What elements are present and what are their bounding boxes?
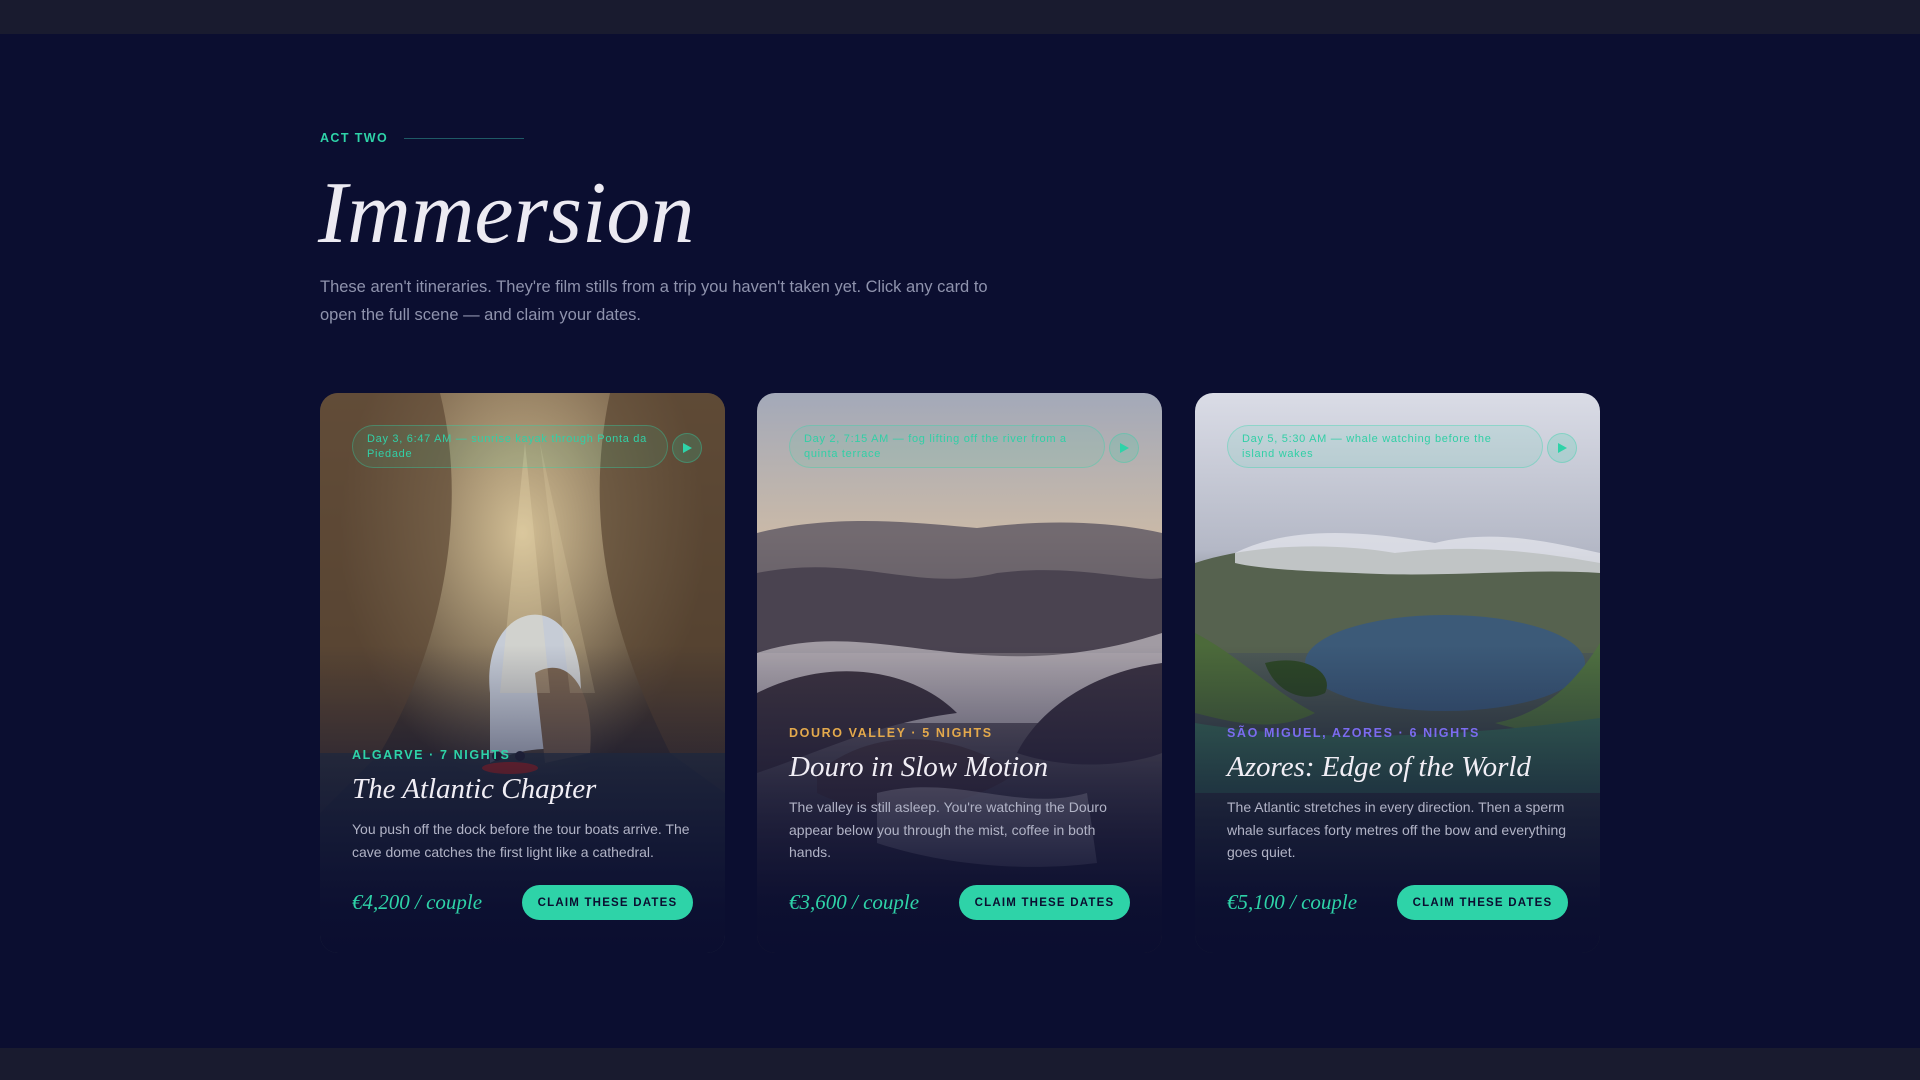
card-description: The Atlantic stretches in every directio… xyxy=(1227,799,1567,860)
claim-dates-button[interactable]: CLAIM THESE DATES xyxy=(522,885,693,920)
play-icon xyxy=(1558,443,1567,453)
play-button[interactable] xyxy=(672,433,702,463)
scene-caption: Day 5, 5:30 AM — whale watching before t… xyxy=(1227,425,1543,468)
card-title: Douro in Slow Motion xyxy=(789,751,1049,783)
play-icon xyxy=(683,443,692,453)
eyebrow-label: ACT TWO xyxy=(320,131,389,145)
claim-dates-button[interactable]: CLAIM THESE DATES xyxy=(959,885,1130,920)
play-icon xyxy=(1120,443,1129,453)
scene-caption: Day 3, 6:47 AM — sunrise kayak through P… xyxy=(352,425,668,468)
card-description: You push off the dock before the tour bo… xyxy=(352,821,690,860)
page-title: Immersion xyxy=(318,165,695,262)
card-gradient-overlay xyxy=(1195,393,1600,953)
card-gradient-overlay xyxy=(757,393,1162,953)
card-price: €3,600 / couple xyxy=(789,890,920,914)
section-intro: These aren't itineraries. They're film s… xyxy=(320,278,988,324)
card-meta: DOURO VALLEY · 5 NIGHTS xyxy=(789,726,993,740)
card-meta: ALGARVE · 7 NIGHTS xyxy=(352,748,511,762)
trip-card-douro[interactable]: Day 2, 7:15 AM — fog lifting off the riv… xyxy=(757,393,1162,953)
card-title: The Atlantic Chapter xyxy=(352,773,597,805)
play-button[interactable] xyxy=(1109,433,1139,463)
trip-card-algarve[interactable]: Day 3, 6:47 AM — sunrise kayak through P… xyxy=(320,393,725,953)
section-eyebrow: ACT TWO xyxy=(320,131,525,145)
claim-dates-button[interactable]: CLAIM THESE DATES xyxy=(1397,885,1568,920)
card-description: The valley is still asleep. You're watch… xyxy=(789,799,1107,860)
card-gradient-overlay xyxy=(320,393,725,953)
bottom-bar xyxy=(0,1048,1920,1080)
card-price: €4,200 / couple xyxy=(352,890,483,914)
trip-card-azores[interactable]: Day 5, 5:30 AM — whale watching before t… xyxy=(1195,393,1600,953)
play-button[interactable] xyxy=(1547,433,1577,463)
scene-caption: Day 2, 7:15 AM — fog lifting off the riv… xyxy=(789,425,1105,468)
top-bar xyxy=(0,0,1920,34)
card-meta: SÃO MIGUEL, AZORES · 6 NIGHTS xyxy=(1227,726,1480,740)
card-title: Azores: Edge of the World xyxy=(1227,751,1531,783)
card-price: €5,100 / couple xyxy=(1227,890,1358,914)
eyebrow-divider xyxy=(404,137,525,139)
